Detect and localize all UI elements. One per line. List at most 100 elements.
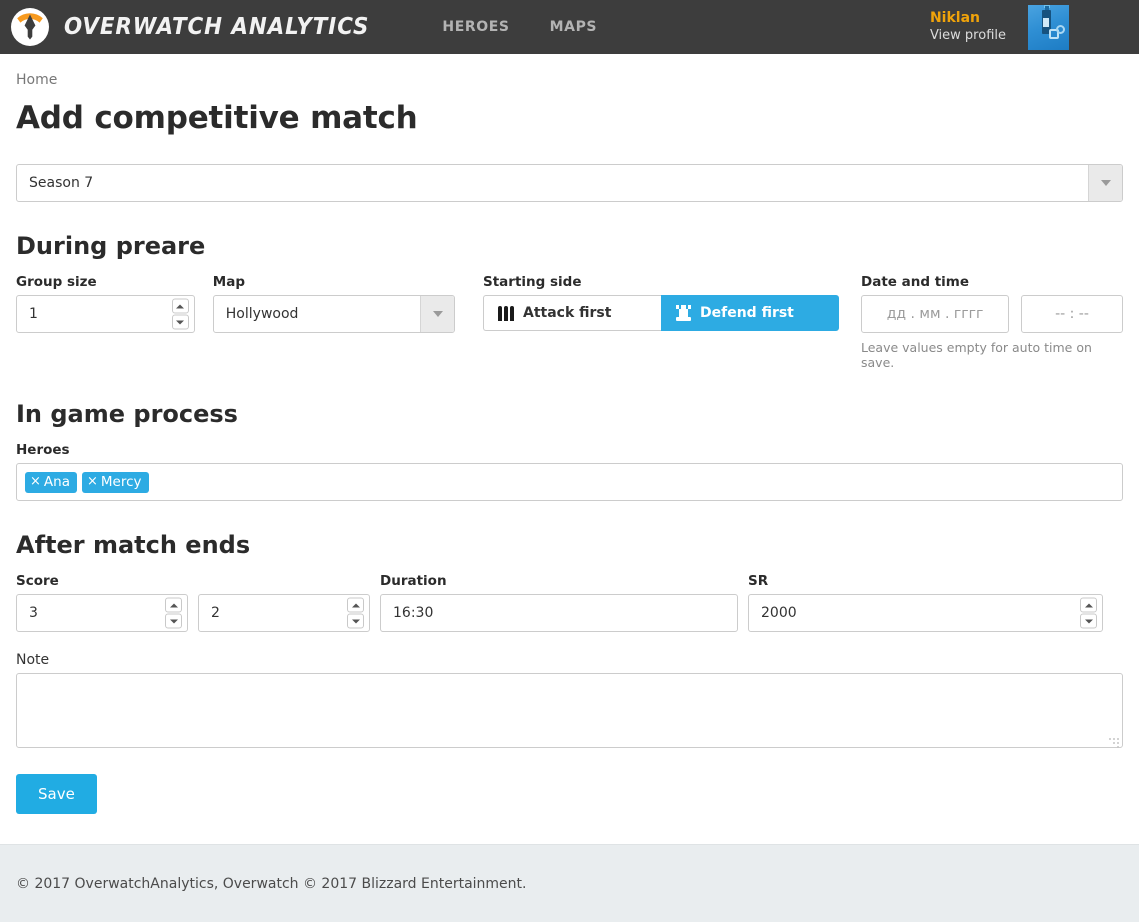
nav-link-maps[interactable]: MAPS [536,13,612,41]
score-self-field: Score [16,573,188,632]
user-block[interactable]: Niklan View profile [930,10,1028,44]
page-title: Add competitive match [16,100,418,136]
heroes-input[interactable]: × Ana × Mercy [16,463,1123,501]
sr-field: SR [748,573,1103,632]
duration-label: Duration [380,573,447,589]
map-label: Map [212,274,245,290]
chevron-up-icon [351,603,360,607]
avatar-glass-secondary-icon [1056,24,1065,34]
group-size-field: Group size [16,274,195,333]
sr-increment-button[interactable] [1080,597,1097,613]
brand[interactable]: OVERWATCH ANALYTICS [8,5,392,49]
map-field: Map Hollywood [212,274,455,333]
user-name: Niklan [929,10,980,27]
date-input-wrap [861,295,1009,333]
defend-first-label: Defend first [700,305,794,321]
time-input-wrap [1021,295,1123,333]
navbar: OVERWATCH ANALYTICS HEROES MAPS Niklan V… [0,0,1139,54]
attack-first-button[interactable]: Attack first [483,295,661,331]
defend-first-button[interactable]: Defend first [661,295,839,331]
nav-link-heroes[interactable]: HEROES [428,13,523,41]
datetime-inputs [861,295,1123,333]
group-size-increment-button[interactable] [171,298,189,314]
chevron-down-icon [176,320,185,324]
map-select-toggle[interactable] [420,296,454,332]
note-label: Note [16,652,50,668]
brand-text: OVERWATCH ANALYTICS [64,14,370,40]
save-button[interactable]: Save [16,774,97,814]
prepare-row: Group size Map Hollywood Starting side [16,274,1123,370]
sr-decrement-button[interactable] [1080,613,1097,629]
close-icon[interactable]: × [30,475,41,488]
hero-tag-label: Mercy [100,473,142,490]
rook-icon [676,305,691,321]
score-enemy-decrement-button[interactable] [347,613,364,629]
season-select-value: Season 7 [29,175,94,191]
close-icon[interactable]: × [87,475,98,488]
hero-tag-mercy[interactable]: × Mercy [81,471,149,493]
score-enemy-input-wrap[interactable] [198,594,370,632]
note-textarea[interactable] [16,673,1123,748]
datetime-hint: Leave values empty for auto time on save… [861,340,1092,370]
score-enemy-stepper[interactable] [347,597,364,629]
score-enemy-field [198,573,370,632]
score-enemy-input[interactable] [199,595,369,631]
chevron-up-icon [176,304,185,308]
group-size-input-wrap[interactable] [16,295,195,333]
group-size-stepper[interactable] [171,298,189,330]
score-self-decrement-button[interactable] [165,613,182,629]
section-title-prepare: During preare [16,232,206,260]
season-select-toggle[interactable] [1088,165,1122,201]
score-self-input[interactable] [17,595,187,631]
chevron-down-icon [1084,619,1093,623]
score-enemy-increment-button[interactable] [347,597,364,613]
avatar-bottle-label-icon [1043,17,1049,27]
hero-tag-ana[interactable]: × Ana [25,471,77,493]
date-input[interactable] [861,295,1009,333]
sr-stepper[interactable] [1080,597,1097,629]
datetime-label: Date and time [861,274,970,290]
after-row: Score Duration [16,573,1123,632]
section-title-ingame: In game process [16,400,238,428]
navbar-user-area: Niklan View profile [930,0,1139,54]
section-title-after: After match ends [16,531,251,559]
page-container: Home Add competitive match Season 7 Duri… [0,54,1139,814]
duration-input[interactable] [380,594,738,632]
chevron-up-icon [169,603,178,607]
view-profile-link[interactable]: View profile [930,28,1006,44]
starting-side-label: Starting side [483,274,582,290]
map-select[interactable]: Hollywood [212,295,455,333]
group-size-decrement-button[interactable] [171,314,189,330]
bullets-icon [498,305,514,321]
footer: © 2017 OverwatchAnalytics, Overwatch © 2… [0,844,1139,922]
nav-links: HEROES MAPS [428,13,611,41]
starting-side-field: Starting side Attack first Defend first [483,274,839,331]
breadcrumb[interactable]: Home [16,54,1123,88]
score-self-stepper[interactable] [165,597,182,629]
chevron-down-icon [351,619,360,623]
sr-input-wrap[interactable] [748,594,1103,632]
overwatch-logo-icon [8,5,52,49]
avatar[interactable] [1028,4,1069,50]
season-select[interactable]: Season 7 [16,164,1123,202]
starting-side-toggle-group: Attack first Defend first [483,295,839,331]
sr-input[interactable] [749,595,1102,631]
time-input[interactable] [1021,295,1123,333]
group-size-label: Group size [16,274,97,290]
chevron-down-icon [432,311,443,317]
note-field: Note [16,652,1123,752]
score-enemy-label-spacer [198,573,370,589]
score-self-increment-button[interactable] [165,597,182,613]
footer-copyright: © 2017 OverwatchAnalytics, Overwatch © 2… [16,875,527,892]
chevron-up-icon [1084,603,1093,607]
map-select-value: Hollywood [225,306,299,322]
score-label: Score [16,573,59,589]
save-row: Save [16,774,1123,814]
heroes-label: Heroes [16,442,70,458]
chevron-down-icon [169,619,178,623]
note-textarea-wrap [16,673,1123,752]
score-self-input-wrap[interactable] [16,594,188,632]
group-size-input[interactable] [17,296,194,332]
attack-first-label: Attack first [523,305,612,321]
hero-tag-label: Ana [43,473,70,490]
